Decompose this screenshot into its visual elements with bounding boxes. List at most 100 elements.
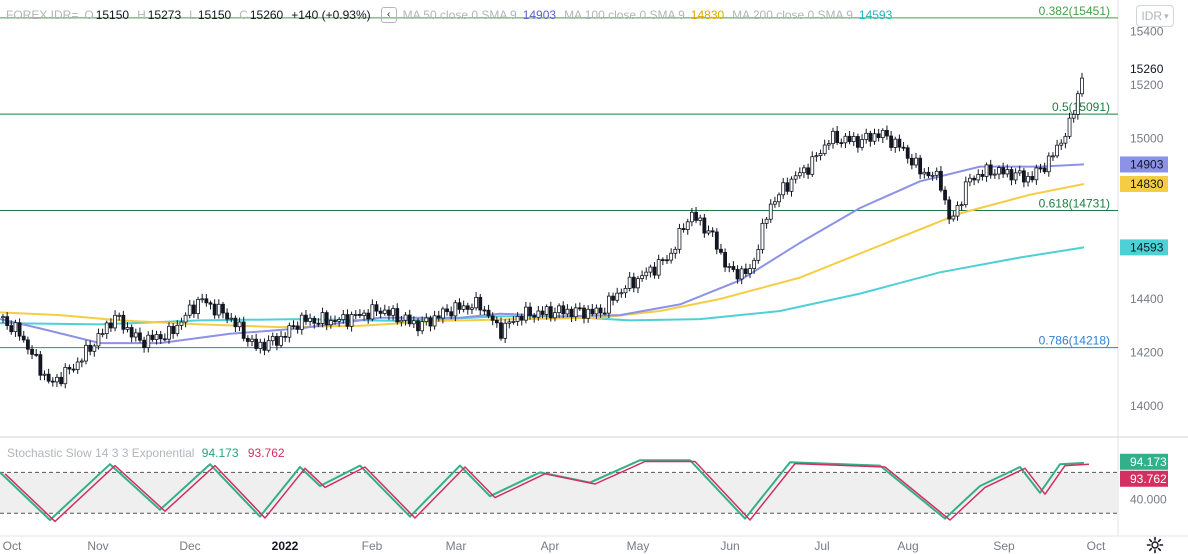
candle-body — [698, 217, 703, 221]
candle-body — [826, 143, 831, 146]
candle-body — [640, 275, 644, 279]
candle-body — [274, 336, 279, 346]
candle-body — [436, 315, 441, 319]
candle-body — [611, 295, 615, 301]
candle-body — [681, 228, 686, 230]
candle-body — [9, 325, 14, 333]
candle-body — [133, 332, 138, 338]
candle-body — [208, 302, 213, 305]
candle-body — [623, 288, 628, 294]
candle-body — [494, 319, 499, 324]
candle-body — [785, 182, 790, 192]
high-value: 15273 — [147, 8, 182, 22]
candle-body — [760, 222, 765, 250]
candle-body — [690, 211, 694, 223]
candle-body — [440, 308, 445, 319]
candle-body — [627, 276, 632, 289]
candle-body — [324, 312, 329, 326]
candle-body — [673, 248, 678, 254]
candle-body — [337, 319, 342, 322]
candle-body — [490, 315, 495, 321]
candle-body — [511, 320, 516, 323]
candle-body — [142, 339, 147, 349]
candle-body — [636, 278, 640, 289]
candle-body — [660, 259, 665, 262]
candle-body — [357, 314, 362, 316]
candle-body — [416, 320, 420, 332]
candle-body — [847, 135, 852, 143]
x-tick-label: Jul — [814, 539, 829, 553]
candle-body — [976, 174, 981, 181]
y-tick-label: 14400 — [1130, 292, 1164, 306]
candle-body — [1017, 170, 1022, 174]
candle-body — [988, 164, 993, 176]
candle-body — [17, 322, 22, 337]
ma100-value: 14830 — [690, 8, 725, 22]
candle-body — [67, 367, 72, 370]
y-tick-label: 14000 — [1130, 399, 1164, 413]
candle-body — [963, 181, 968, 206]
candle-body — [889, 135, 893, 148]
candle-body — [743, 268, 748, 274]
candle-body — [167, 325, 171, 340]
candle-body — [992, 173, 997, 176]
gear-icon[interactable] — [1146, 536, 1164, 554]
candle-body — [719, 248, 723, 253]
ma100-line — [0, 183, 1085, 329]
currency-button[interactable]: IDR ▾ — [1136, 5, 1174, 27]
candle-body — [1080, 77, 1084, 95]
stochastic-k-value: 94.173 — [201, 446, 239, 460]
ma50-value: 14903 — [522, 8, 557, 22]
candle-body — [316, 322, 321, 325]
candle-body — [503, 322, 508, 339]
candle-body — [279, 335, 283, 346]
candle-body — [590, 308, 595, 315]
candle-body — [150, 334, 155, 340]
x-tick-label: 2022 — [272, 539, 299, 553]
candle-body — [241, 321, 246, 339]
candle-body — [5, 316, 10, 326]
candle-body — [652, 266, 657, 276]
candle-body — [474, 296, 479, 309]
candle-body — [548, 306, 553, 319]
candle-body — [308, 317, 313, 322]
candle-body — [773, 201, 777, 205]
ma200-label: MA 200 close 0 SMA 9 — [732, 8, 853, 22]
candle-body — [876, 133, 881, 139]
candle-body — [225, 312, 230, 320]
candle-body — [1071, 114, 1076, 119]
candle-body — [1051, 155, 1055, 158]
candle-body — [814, 155, 819, 158]
candle-body — [283, 335, 288, 338]
candle-body — [183, 314, 188, 323]
candle-body — [968, 177, 972, 183]
candle-body — [1030, 176, 1035, 181]
candle-body — [810, 156, 815, 175]
candle-body — [42, 373, 47, 376]
candle-body — [299, 314, 304, 330]
candle-body — [602, 312, 607, 315]
candle-body — [864, 132, 869, 140]
collapse-legend-button[interactable]: ‹ — [380, 7, 397, 23]
candle-body — [411, 320, 416, 325]
candle-body — [216, 303, 221, 316]
candle-body — [752, 259, 757, 269]
candle-body — [171, 325, 176, 335]
fib-level-label: 0.786(14218) — [1039, 334, 1110, 348]
y-tick-label: 14200 — [1130, 346, 1164, 360]
candle-body — [822, 144, 827, 154]
candle-body — [669, 252, 674, 261]
candle-body — [92, 345, 97, 352]
price-chart[interactable]: 140001420014400150001520015400Oct Nov Dec 2… — [0, 0, 1188, 554]
stochastic-legend: Stochastic Slow 14 3 3 Exponential 94.17… — [7, 446, 285, 460]
candle-body — [1046, 155, 1051, 173]
candle-body — [470, 307, 474, 310]
candle-body — [656, 259, 661, 276]
candle-body — [984, 164, 989, 177]
candle-body — [432, 315, 437, 327]
candle-body — [685, 221, 690, 230]
candle-body — [25, 339, 30, 350]
candle-body — [519, 316, 524, 321]
candle-body — [138, 332, 142, 341]
candle-body — [46, 373, 51, 382]
